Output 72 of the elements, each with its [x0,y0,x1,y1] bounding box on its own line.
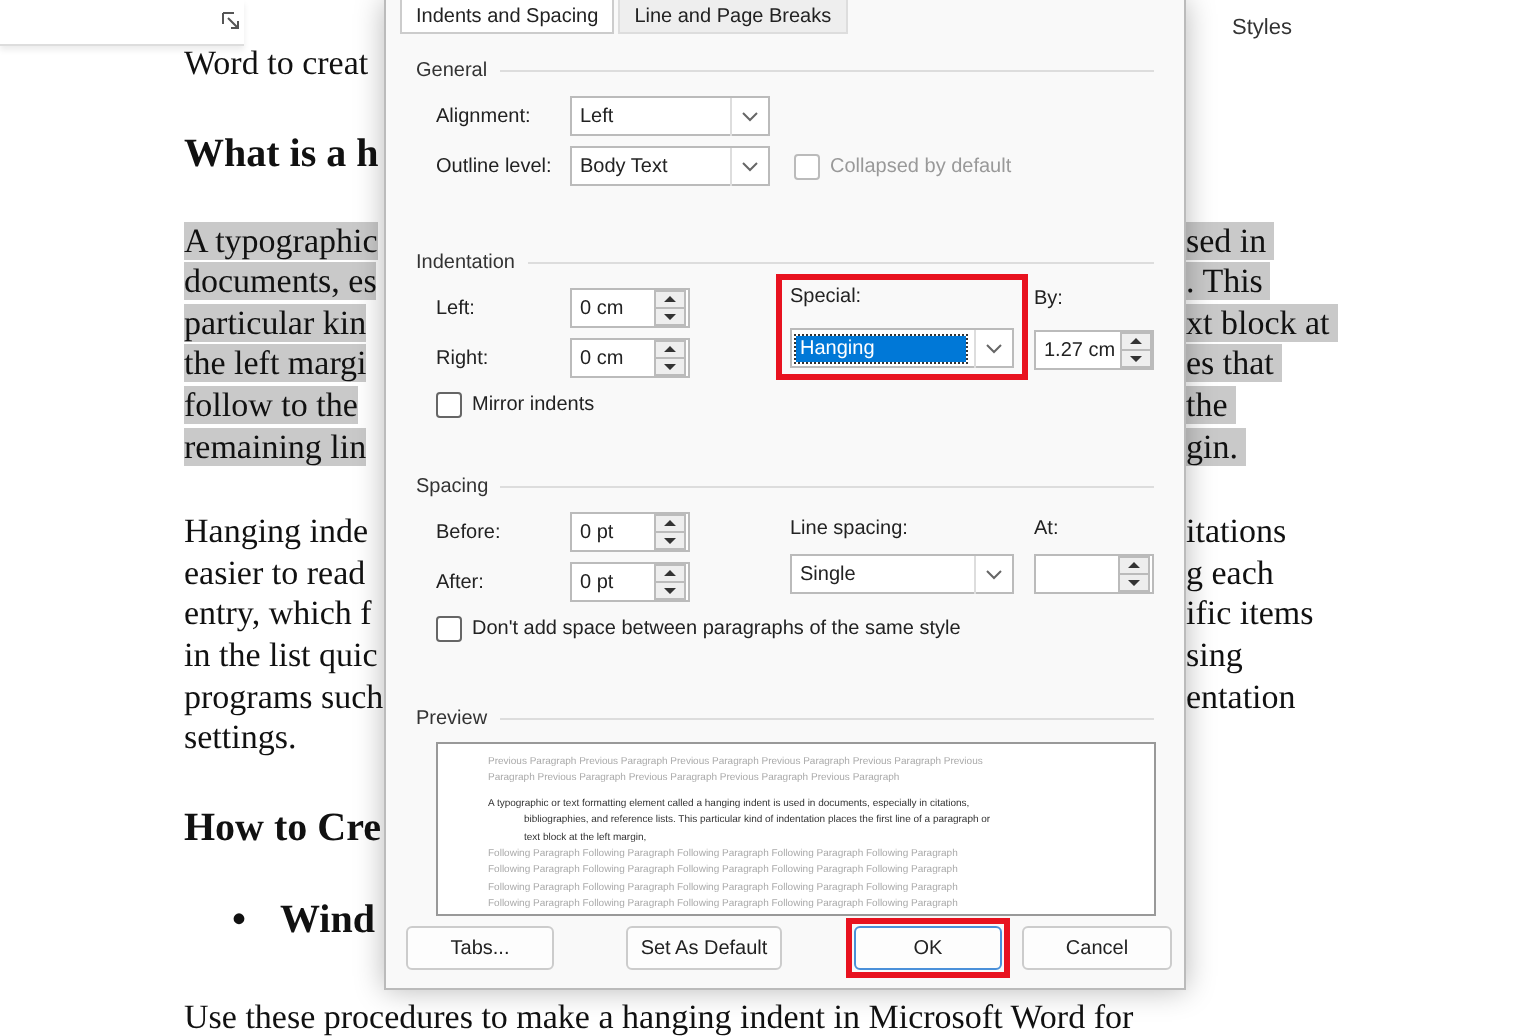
document-text: in the list quic [184,635,378,674]
field-label: Before: [436,521,503,543]
dialog-button[interactable]: Set As Default [626,926,782,970]
document-text: particular kin [184,303,367,342]
document-text: the left margi [184,344,367,383]
document-text: Wind [280,897,375,942]
document-text: . This [1186,262,1271,301]
left-indent-field[interactable]: 0 cm [570,288,690,328]
document-text: documents, es [184,262,377,301]
document-text: g each [1186,553,1274,592]
dialog-button[interactable]: Cancel [1022,926,1172,970]
field-label: At: [1034,518,1061,542]
checkbox[interactable] [436,615,462,641]
checkbox-label: Collapsed by default [830,155,1012,177]
section-title: General [416,59,488,81]
document-text: programs such [184,677,384,716]
dialog-tab[interactable]: Line and Page Breaks [618,0,848,34]
checkbox-label: Don't add space between paragraphs of the same style [472,617,961,639]
section-title: Preview [416,707,488,729]
document-text: Word to creat [184,44,369,82]
line-spacing-dropdown[interactable]: Single [790,554,1014,594]
field-label: Outline level: [436,155,554,177]
checkbox[interactable] [436,391,462,417]
field-label: Left: [436,297,477,319]
ribbon-group-label: Styles [1232,16,1292,40]
document-text: A typographic [184,221,378,260]
before-spacing-field[interactable]: 0 pt [570,512,690,552]
document-text: xt block at [1186,303,1338,342]
document-text: settings. [184,718,297,757]
document-text: entation [1186,677,1296,716]
dialog-tab[interactable]: Indents and Spacing [400,0,615,34]
document-text: ific items [1186,594,1314,633]
bullet: • [232,895,247,944]
document-text: follow to the [184,385,358,424]
document-text: itations [1186,512,1287,551]
document-text: Hanging inde [184,512,369,551]
field-label: Alignment: [436,105,533,127]
document-text: Use these procedures to make a hanging indent in Microsoft Word for [184,997,1136,1036]
spinner-arrows-icon [1119,332,1152,368]
right-indent-field[interactable]: 0 cm [570,338,690,378]
checkbox-label: Mirror indents [472,393,595,415]
document-text: gin. [1186,427,1246,466]
after-spacing-field[interactable]: 0 pt [570,562,690,602]
at-field[interactable] [1034,554,1154,594]
field-label: Line spacing: [790,518,910,542]
document-text: es that [1186,344,1282,383]
spinner-arrows-icon [654,290,686,326]
section-title: Indentation [416,251,515,273]
field-label: Special: [790,286,864,310]
section-title: Spacing [416,475,489,497]
field-label: By: [1034,288,1065,312]
document-text: sing [1186,635,1243,674]
spinner-arrows-icon [654,514,686,550]
heading-text: How to Cre [184,805,381,850]
spinner-arrows-icon [1118,556,1150,592]
field-label: After: [436,571,486,593]
alignment-dropdown[interactable]: Left [570,96,770,136]
spinner-arrows-icon [654,340,686,376]
outline-level-dropdown[interactable]: Body Text [570,146,770,186]
heading-text: What is a h [184,131,379,176]
dialog-button[interactable]: OK [854,926,1002,970]
field-label: Right: [436,347,491,369]
document-text: sed in [1186,221,1275,260]
document-text: remaining lin [184,427,367,466]
special-dropdown[interactable]: Hanging [790,328,1014,368]
document-text: entry, which f [184,594,372,633]
dialog-launcher-icon[interactable] [222,12,240,30]
document-text: the [1186,385,1236,424]
document-text: easier to read [184,553,366,592]
by-field[interactable]: 1.27 cm [1034,330,1154,370]
spinner-arrows-icon [654,564,686,600]
dialog-button[interactable]: Tabs... [406,926,554,970]
